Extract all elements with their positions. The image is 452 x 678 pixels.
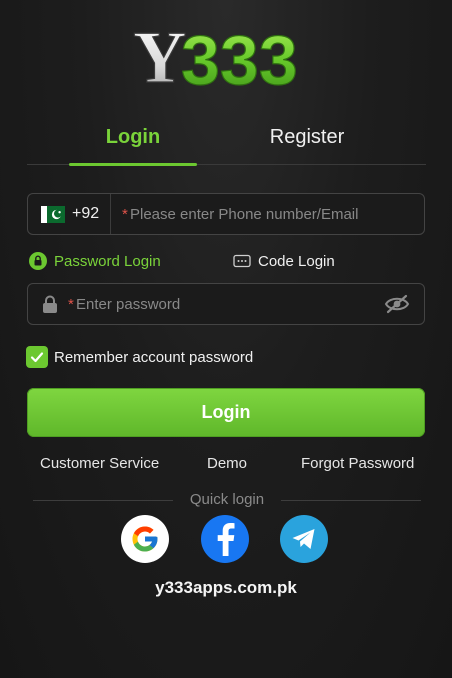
eye-off-icon[interactable] — [384, 294, 410, 314]
site-url: y333apps.com.pk — [155, 578, 297, 597]
check-icon — [30, 352, 44, 363]
facebook-icon — [217, 523, 235, 556]
country-code[interactable]: +92 — [72, 205, 99, 223]
forgot-password-link[interactable]: Forgot Password — [301, 455, 414, 472]
verification-code-icon — [233, 254, 251, 268]
password-placeholder: Enter password — [76, 296, 181, 313]
divider-line — [281, 500, 421, 501]
footer-links: Customer Service Demo Forgot Password — [0, 455, 452, 475]
password-login-label: Password Login — [54, 252, 161, 270]
telegram-login-button[interactable] — [280, 515, 328, 563]
logo-letter: Y — [133, 18, 186, 94]
google-icon — [132, 526, 158, 552]
password-login-option[interactable]: Password Login — [29, 250, 161, 272]
telegram-icon — [292, 529, 315, 549]
tab-register[interactable]: Register — [243, 126, 371, 149]
logo-digits: 333 — [181, 21, 298, 94]
code-login-option[interactable]: Code Login — [233, 250, 335, 272]
pakistan-flag-icon[interactable] — [41, 206, 65, 223]
demo-link[interactable]: Demo — [207, 455, 247, 472]
remember-checkbox[interactable] — [26, 346, 48, 368]
facebook-login-button[interactable] — [201, 515, 249, 563]
phone-input[interactable] — [122, 194, 420, 234]
customer-service-link[interactable]: Customer Service — [40, 455, 159, 472]
brand-logo: Y 333 — [0, 18, 452, 98]
login-button[interactable]: Login — [27, 388, 425, 437]
google-login-button[interactable] — [121, 515, 169, 563]
auth-tabs: Login Register — [27, 112, 426, 166]
remember-password-row[interactable]: Remember account password — [26, 346, 253, 368]
code-login-label: Code Login — [258, 252, 335, 270]
remember-label: Remember account password — [54, 348, 254, 366]
active-tab-indicator — [69, 163, 197, 166]
tab-login[interactable]: Login — [69, 126, 197, 149]
divider — [110, 194, 111, 234]
phone-field[interactable]: +92 * Please enter Phone number/Email — [27, 193, 425, 235]
password-field[interactable]: * Enter password — [27, 283, 425, 325]
lock-icon — [43, 295, 57, 313]
required-mark: * — [68, 296, 74, 313]
quick-login-divider: Quick login — [33, 490, 421, 510]
lock-icon — [29, 252, 47, 270]
